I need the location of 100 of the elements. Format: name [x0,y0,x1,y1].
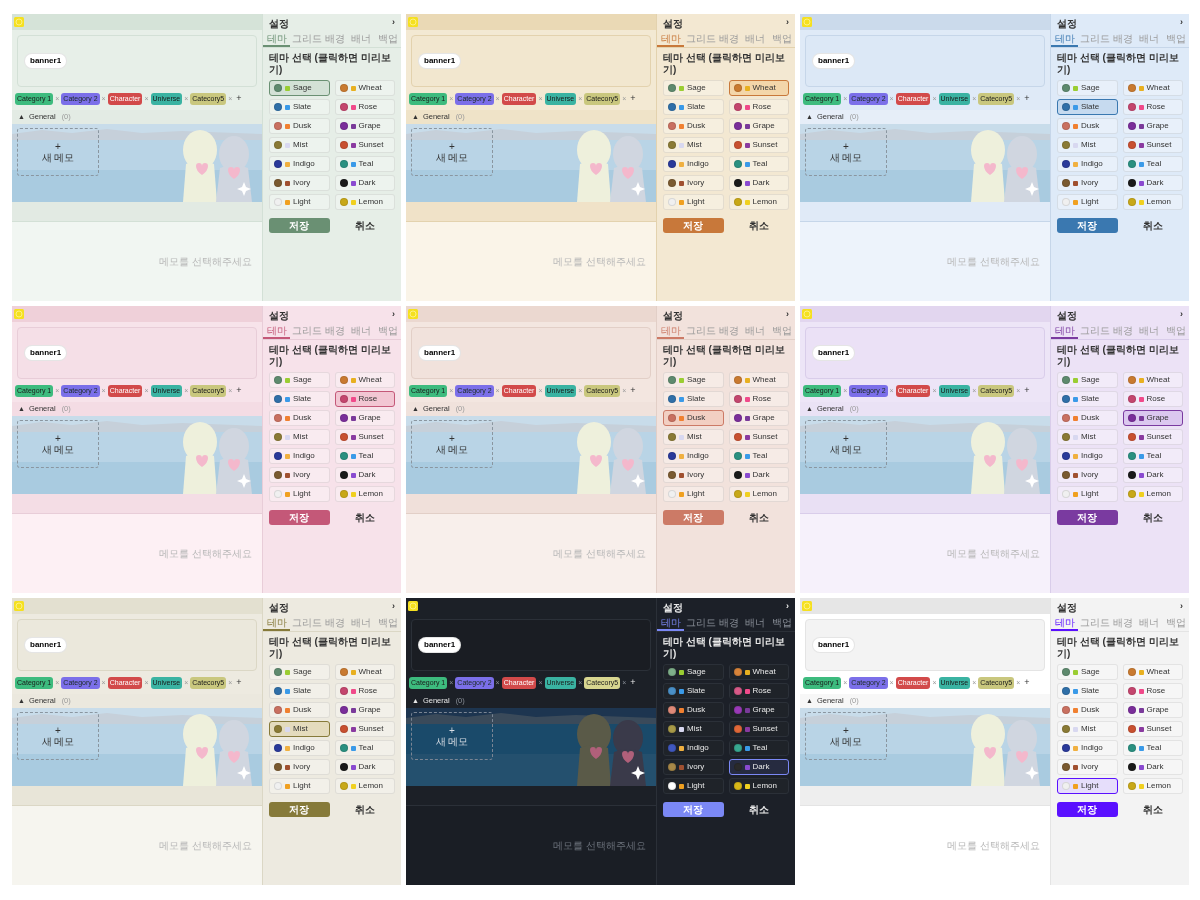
theme-option[interactable]: Rose [334,683,395,699]
save-button[interactable]: 저장 [1057,510,1118,525]
theme-option[interactable]: Grape [334,118,395,134]
save-button[interactable]: 저장 [269,510,330,525]
theme-option[interactable]: Sunset [728,721,789,737]
add-tag-button[interactable]: + [236,676,242,690]
theme-option[interactable]: Teal [728,156,789,172]
app-icon[interactable] [802,17,812,27]
theme-option[interactable]: Rose [728,99,789,115]
theme-option[interactable]: Sunset [334,429,395,445]
theme-option[interactable]: Wheat [334,372,395,388]
new-memo-button[interactable]: + 새 메모 [805,128,887,176]
theme-option[interactable]: Slate [663,683,724,699]
theme-option[interactable]: Mist [663,721,724,737]
theme-option[interactable]: Dusk [663,702,724,718]
theme-option[interactable]: Grape [334,702,395,718]
new-memo-button[interactable]: + 새 메모 [805,712,887,760]
theme-option[interactable]: Sage [1057,372,1118,388]
theme-option[interactable]: Rose [1122,391,1183,407]
new-memo-button[interactable]: + 새 메모 [411,712,493,760]
new-memo-button[interactable]: + 새 메모 [17,128,99,176]
theme-option[interactable]: Sunset [728,137,789,153]
theme-option[interactable]: Indigo [663,740,724,756]
collapse-button[interactable]: › [392,600,395,614]
cancel-button[interactable]: 취소 [334,802,395,817]
theme-option[interactable]: Teal [728,740,789,756]
theme-option[interactable]: Sunset [728,429,789,445]
cancel-button[interactable]: 취소 [728,218,789,233]
theme-option[interactable]: Slate [269,683,330,699]
theme-option[interactable]: Mist [1057,137,1118,153]
theme-option[interactable]: Wheat [1122,664,1183,680]
theme-option[interactable]: Sunset [334,721,395,737]
app-icon[interactable] [408,309,418,319]
theme-option[interactable]: Lemon [728,778,789,794]
theme-option[interactable]: Slate [269,391,330,407]
theme-option[interactable]: Rose [1122,99,1183,115]
theme-option[interactable]: Sage [1057,664,1118,680]
theme-option[interactable]: Rose [334,99,395,115]
theme-option[interactable]: Light [269,778,330,794]
theme-option[interactable]: Slate [663,391,724,407]
theme-option[interactable]: Dark [1122,175,1183,191]
theme-option[interactable]: Rose [334,391,395,407]
theme-option[interactable]: Ivory [663,759,724,775]
theme-option[interactable]: Light [663,194,724,210]
theme-option[interactable]: Light [663,486,724,502]
settings-tab[interactable]: 그리드 배경 [684,616,741,631]
theme-option[interactable]: Wheat [728,372,789,388]
app-icon[interactable] [408,17,418,27]
theme-option[interactable]: Light [269,194,330,210]
cancel-button[interactable]: 취소 [334,218,395,233]
theme-option[interactable]: Light [1057,194,1118,210]
collapse-button[interactable]: › [786,308,789,322]
theme-option[interactable]: Sage [663,372,724,388]
collapse-button[interactable]: › [1180,308,1183,322]
app-icon[interactable] [14,17,24,27]
cancel-button[interactable]: 취소 [728,802,789,817]
theme-option[interactable]: Teal [1122,156,1183,172]
theme-option[interactable]: Lemon [728,194,789,210]
theme-option[interactable]: Lemon [1122,778,1183,794]
theme-option[interactable]: Indigo [269,156,330,172]
theme-option[interactable]: Sunset [1122,137,1183,153]
theme-option[interactable]: Grape [1122,118,1183,134]
theme-option[interactable]: Ivory [1057,467,1118,483]
theme-option[interactable]: Mist [1057,721,1118,737]
theme-option[interactable]: Wheat [728,664,789,680]
theme-option[interactable]: Rose [1122,683,1183,699]
save-button[interactable]: 저장 [269,218,330,233]
collapse-button[interactable]: › [786,600,789,614]
collapse-button[interactable]: › [392,16,395,30]
theme-option[interactable]: Slate [1057,99,1118,115]
collapse-button[interactable]: › [392,308,395,322]
save-button[interactable]: 저장 [1057,802,1118,817]
theme-option[interactable]: Wheat [1122,80,1183,96]
theme-option[interactable]: Rose [728,683,789,699]
new-memo-button[interactable]: + 새 메모 [411,420,493,468]
theme-option[interactable]: Mist [1057,429,1118,445]
new-memo-button[interactable]: + 새 메모 [17,712,99,760]
theme-option[interactable]: Grape [1122,410,1183,426]
theme-option[interactable]: Slate [1057,391,1118,407]
theme-option[interactable]: Lemon [334,486,395,502]
theme-option[interactable]: Mist [269,137,330,153]
theme-option[interactable]: Mist [269,429,330,445]
theme-option[interactable]: Slate [663,99,724,115]
theme-option[interactable]: Ivory [269,467,330,483]
theme-option[interactable]: Sage [663,664,724,680]
theme-option[interactable]: Dusk [1057,118,1118,134]
theme-option[interactable]: Sunset [1122,721,1183,737]
theme-option[interactable]: Indigo [663,448,724,464]
app-icon[interactable] [802,309,812,319]
new-memo-button[interactable]: + 새 메모 [805,420,887,468]
theme-option[interactable]: Slate [1057,683,1118,699]
settings-tab[interactable]: 테마 [263,324,290,339]
theme-option[interactable]: Teal [1122,740,1183,756]
theme-option[interactable]: Teal [728,448,789,464]
add-tag-button[interactable]: + [630,92,636,106]
theme-option[interactable]: Sage [1057,80,1118,96]
theme-option[interactable]: Sunset [334,137,395,153]
cancel-button[interactable]: 취소 [1122,802,1183,817]
collapse-button[interactable]: › [1180,16,1183,30]
save-button[interactable]: 저장 [269,802,330,817]
